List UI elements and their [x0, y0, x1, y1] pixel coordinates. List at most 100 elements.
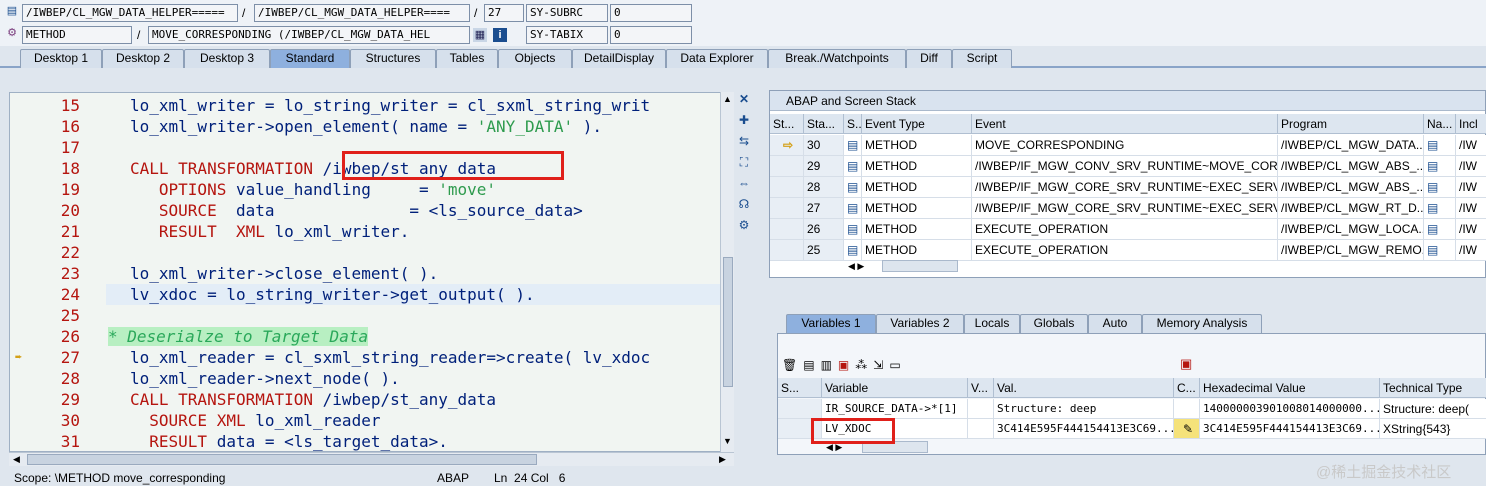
stack-col-header[interactable]: Program: [1278, 114, 1424, 134]
tab-locals[interactable]: Locals: [964, 314, 1020, 333]
navigate-icon[interactable]: ▤: [1424, 198, 1456, 219]
program-name[interactable]: /IWBEP/CL_MGW_DATA...: [1278, 135, 1424, 156]
program-name[interactable]: /IWBEP/CL_MGW_REMO...: [1278, 240, 1424, 261]
code-line[interactable]: 24 lv_xdoc = lo_string_writer->get_output…: [61, 284, 720, 305]
line-field[interactable]: 27: [484, 4, 524, 22]
event-type[interactable]: METHOD: [862, 177, 972, 198]
jump-icon[interactable]: ⇲: [873, 358, 883, 372]
scroll-right-icon[interactable]: ▶: [719, 453, 726, 466]
event-field[interactable]: MOVE_CORRESPONDING (/IWBEP/CL_MGW_DATA_H…: [148, 26, 470, 44]
navigate-icon[interactable]: ▤: [1424, 219, 1456, 240]
navigate-icon[interactable]: ▤: [1424, 156, 1456, 177]
stack-col-header[interactable]: S...: [844, 114, 862, 134]
delete-icon[interactable]: 🗑: [782, 358, 797, 372]
tab-script[interactable]: Script: [952, 49, 1012, 68]
export-icon[interactable]: ▣: [838, 358, 849, 372]
current-row-arrow-icon[interactable]: ⇨: [770, 135, 804, 156]
current-row-arrow-icon[interactable]: [770, 177, 804, 198]
include-name[interactable]: /IW: [1456, 198, 1486, 219]
var-flag[interactable]: [968, 399, 994, 419]
h-scroll-thumb[interactable]: [27, 454, 537, 465]
current-row-arrow-icon[interactable]: [770, 156, 804, 177]
include-name[interactable]: /IW: [1456, 240, 1486, 261]
var-col-header[interactable]: C...: [1174, 378, 1200, 398]
event-icon[interactable]: ▤: [844, 135, 862, 156]
include-name[interactable]: /IW: [1456, 156, 1486, 177]
current-row-arrow-icon[interactable]: [770, 198, 804, 219]
variable-value[interactable]: 3C414E595F444154413E3C69...: [994, 419, 1174, 439]
navigate-icon[interactable]: ▤: [1424, 135, 1456, 156]
navigate-icon[interactable]: ▤: [1424, 240, 1456, 261]
program-name[interactable]: /IWBEP/CL_MGW_LOCA...: [1278, 219, 1424, 240]
variable-name[interactable]: IR_SOURCE_DATA->*[1]: [822, 399, 968, 419]
event-name[interactable]: /IWBEP/IF_MGW_CORE_SRV_RUNTIME~EXEC_SERV…: [972, 177, 1278, 198]
event-icon[interactable]: ▤: [844, 156, 862, 177]
event-type[interactable]: METHOD: [862, 156, 972, 177]
expand-icon[interactable]: ⇔: [737, 176, 751, 190]
editor-vertical-scrollbar[interactable]: ▲ ▼: [720, 92, 734, 452]
event-type[interactable]: METHOD: [862, 240, 972, 261]
include-field[interactable]: /IWBEP/CL_MGW_DATA_HELPER====: [254, 4, 470, 22]
tree-icon[interactable]: ⁂: [855, 358, 867, 372]
tab-data-explorer[interactable]: Data Explorer: [666, 49, 768, 68]
tab-breakpoints[interactable]: Break./Watchpoints: [768, 49, 906, 68]
event-icon[interactable]: ▤: [844, 198, 862, 219]
var-flag[interactable]: [968, 419, 994, 439]
var-col-header[interactable]: Technical Type: [1380, 378, 1486, 398]
technical-type[interactable]: Structure: deep(: [1380, 399, 1486, 419]
stack-level[interactable]: 27: [804, 198, 844, 219]
maximize-icon[interactable]: ⛶: [737, 155, 751, 169]
code-line[interactable]: 30 SOURCE XML lo_xml_reader: [10, 410, 720, 431]
services-icon[interactable]: ☊: [737, 197, 751, 211]
code-line[interactable]: 16 lo_xml_writer->open_element( name = 'A…: [10, 116, 720, 137]
code-line[interactable]: 26 * Deserialze to Target Data: [10, 326, 720, 347]
stack-level[interactable]: 30: [804, 135, 844, 156]
tab-desktop-1[interactable]: Desktop 1: [20, 49, 102, 68]
program-name[interactable]: /IWBEP/CL_MGW_ABS_...: [1278, 156, 1424, 177]
stack-scroll-left-icon[interactable]: ◀ ▶: [848, 261, 864, 272]
stack-level[interactable]: 26: [804, 219, 844, 240]
stack-level[interactable]: 28: [804, 177, 844, 198]
var-col-header[interactable]: Val.: [994, 378, 1174, 398]
event-icon[interactable]: ▤: [844, 240, 862, 261]
code-line[interactable]: 25: [10, 305, 720, 326]
var-col-header[interactable]: Hexadecimal Value: [1200, 378, 1380, 398]
event-icon[interactable]: ▤: [844, 177, 862, 198]
save-icon[interactable]: ▣: [1180, 356, 1192, 372]
include-name[interactable]: /IW: [1456, 177, 1486, 198]
event-icon[interactable]: ▤: [844, 219, 862, 240]
stack-col-header[interactable]: Incl: [1456, 114, 1486, 134]
stack-level[interactable]: 25: [804, 240, 844, 261]
code-line[interactable]: 31 RESULT data = <ls_target_data>.: [10, 431, 720, 451]
tab-diff[interactable]: Diff: [906, 49, 952, 68]
code-line[interactable]: 27 ➨ lo_xml_reader = cl_sxml_string_reader…: [10, 347, 720, 368]
code-line[interactable]: 28 lo_xml_reader->next_node( ).: [10, 368, 720, 389]
current-row-arrow-icon[interactable]: [770, 219, 804, 240]
tab-structures[interactable]: Structures: [350, 49, 436, 68]
stack-level[interactable]: 29: [804, 156, 844, 177]
event-name[interactable]: EXECUTE_OPERATION: [972, 240, 1278, 261]
new-tool-icon[interactable]: ✚: [737, 113, 751, 127]
sy-tabix-value[interactable]: 0: [610, 26, 692, 44]
event-name[interactable]: MOVE_CORRESPONDING: [972, 135, 1278, 156]
stack-col-header[interactable]: Na...: [1424, 114, 1456, 134]
event-type-field[interactable]: METHOD: [22, 26, 132, 44]
event-type[interactable]: METHOD: [862, 219, 972, 240]
hex-value[interactable]: 140000003901008014000000...: [1200, 399, 1380, 419]
var-col-header[interactable]: S...: [778, 378, 822, 398]
event-name[interactable]: EXECUTE_OPERATION: [972, 219, 1278, 240]
var-col-header[interactable]: Variable: [822, 378, 968, 398]
program-name[interactable]: /IWBEP/CL_MGW_ABS_...: [1278, 177, 1424, 198]
include-name[interactable]: /IW: [1456, 135, 1486, 156]
stack-col-header[interactable]: St...: [770, 114, 804, 134]
edit-pencil-icon[interactable]: ✎: [1174, 419, 1200, 439]
import-icon[interactable]: ▥: [821, 358, 832, 372]
scroll-down-icon[interactable]: ▼: [722, 436, 733, 447]
program-name[interactable]: /IWBEP/CL_MGW_RT_D...: [1278, 198, 1424, 219]
include-name[interactable]: /IW: [1456, 219, 1486, 240]
tab-memory-analysis[interactable]: Memory Analysis: [1142, 314, 1262, 333]
tab-objects[interactable]: Objects: [498, 49, 572, 68]
scroll-left-icon[interactable]: ◀: [13, 453, 20, 466]
navigate-icon[interactable]: ▤: [1424, 177, 1456, 198]
code-line[interactable]: 22: [10, 242, 720, 263]
